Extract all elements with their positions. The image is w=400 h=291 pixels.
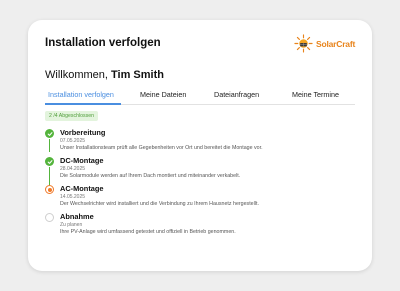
logo-text: SolarCraft [316, 38, 356, 49]
welcome-greeting: Willkommen, [45, 69, 108, 81]
check-icon [45, 129, 54, 138]
welcome-message: Willkommen, Tim Smith [45, 69, 164, 81]
step-description: Die Solarmodule werden auf Ihrem Dach mo… [60, 173, 241, 179]
active-tab-indicator [45, 103, 121, 105]
step-title: Vorbereitung [60, 128, 106, 137]
installation-card: Installation verfolgen SolarCraft Willko… [28, 20, 372, 271]
step-date: Zu planen [60, 222, 83, 228]
solarcraft-logo: SolarCraft [294, 34, 355, 53]
step-description: Ihre PV-Anlage wird umfassend getestet u… [60, 229, 236, 235]
tab-bar: Installation verfolgen Meine Dateien Dat… [45, 88, 355, 105]
step-title: DC-Montage [60, 156, 104, 165]
user-name: Tim Smith [111, 69, 164, 81]
step-description: Unser Installationsteam prüft alle Gegeb… [60, 145, 263, 151]
timeline-connector [49, 139, 51, 152]
step-date: 28.04.2025 [60, 166, 86, 172]
current-step-icon [45, 185, 54, 194]
check-icon [45, 157, 54, 166]
step-date: 14.05.2025 [60, 194, 86, 200]
sun-icon [294, 34, 313, 53]
pending-step-icon [45, 213, 54, 222]
tab-meine-termine[interactable]: Meine Termine [292, 90, 339, 99]
step-description: Der Wechselrichter wird installiert und … [60, 201, 259, 207]
step-title: Abnahme [60, 212, 94, 221]
step-date: 07.05.2025 [60, 138, 86, 144]
tab-installation-verfolgen[interactable]: Installation verfolgen [48, 90, 114, 99]
step-title: AC-Montage [60, 184, 104, 193]
tab-meine-dateien[interactable]: Meine Dateien [140, 90, 186, 99]
page-title: Installation verfolgen [45, 37, 161, 49]
progress-badge: 2 /4 Abgeschlossen [45, 111, 98, 121]
tab-dateianfragen[interactable]: Dateianfragen [214, 90, 259, 99]
